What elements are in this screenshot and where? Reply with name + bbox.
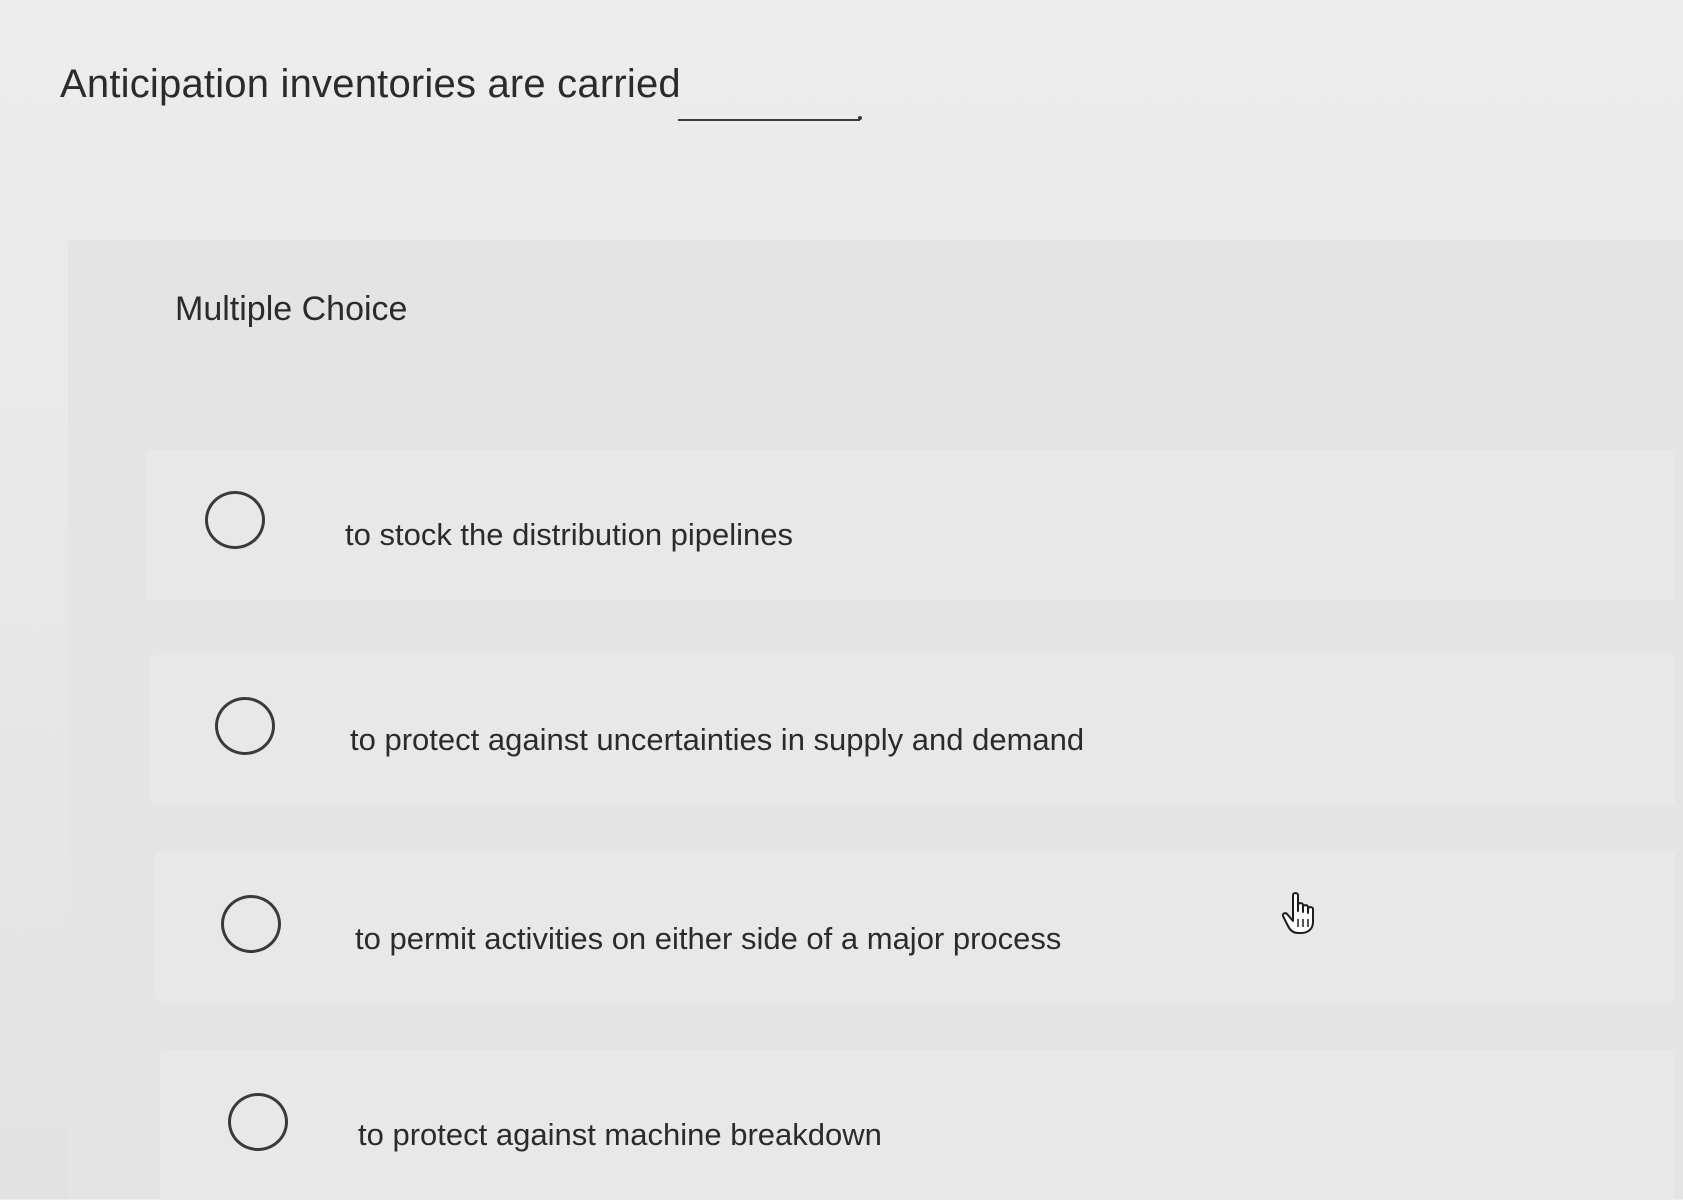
option-1[interactable]: to stock the distribution pipelines xyxy=(145,450,1675,600)
radio-button[interactable] xyxy=(205,491,265,549)
hand-pointer-icon xyxy=(1281,892,1314,934)
option-label: to stock the distribution pipelines xyxy=(345,517,794,552)
blank-period xyxy=(858,116,862,120)
option-4[interactable]: to protect against machine breakdown xyxy=(160,1050,1675,1200)
question-type-label: Multiple Choice xyxy=(175,290,408,328)
radio-button[interactable] xyxy=(228,1093,288,1151)
option-label: to protect against uncertainties in supp… xyxy=(350,722,1085,757)
radio-button[interactable] xyxy=(215,697,275,755)
question-text: Anticipation inventories are carried xyxy=(60,62,681,106)
option-label: to protect against machine breakdown xyxy=(358,1117,882,1152)
radio-button[interactable] xyxy=(221,895,281,953)
answer-blank xyxy=(678,119,860,121)
option-label: to permit activities on either side of a… xyxy=(355,921,1062,956)
option-3[interactable]: to permit activities on either side of a… xyxy=(155,851,1675,1001)
option-2[interactable]: to protect against uncertainties in supp… xyxy=(150,655,1675,805)
